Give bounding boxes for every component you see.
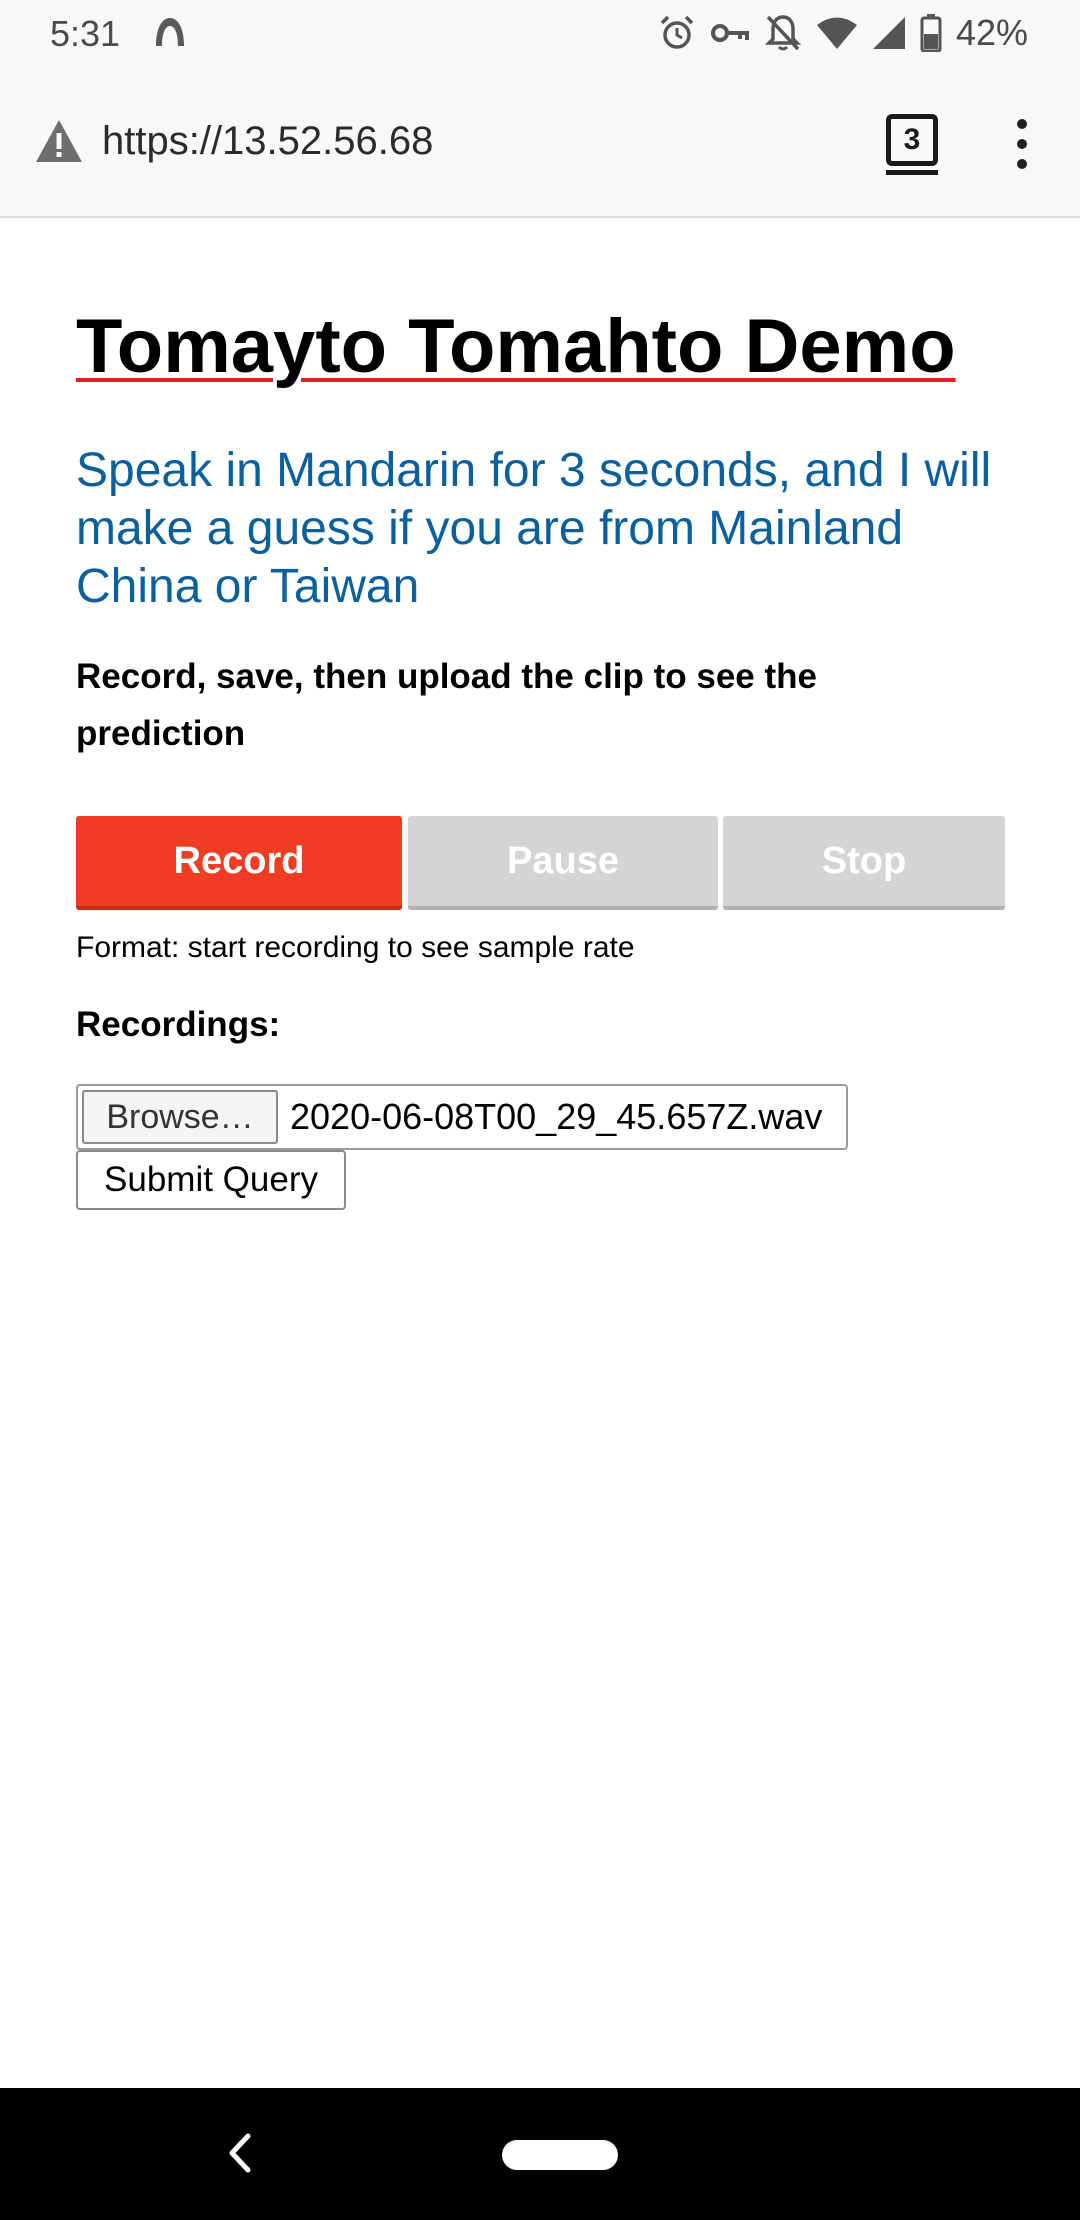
page-title: Tomayto Tomahto Demo [76,304,956,389]
home-pill-icon[interactable] [502,2140,618,2170]
submit-query-button[interactable]: Submit Query [76,1150,346,1210]
record-button[interactable]: Record [76,816,402,910]
app-notification-icon [156,18,184,46]
status-icons: 42% [658,10,1028,56]
alarm-icon [660,15,694,49]
vpn-key-icon [710,24,749,42]
warning-icon[interactable] [34,118,84,164]
instructions-text: Record, save, then upload the clip to se… [76,657,817,753]
more-vert-icon[interactable] [1000,116,1044,172]
file-input[interactable]: Browse… 2020-06-08T00_29_45.657Z.wav [76,1084,848,1150]
status-bar: 5:31 42% [0,0,1080,66]
recordings-label: Recordings: [76,1005,281,1044]
selected-file-name: 2020-06-08T00_29_45.657Z.wav [290,1096,823,1137]
tab-switcher-button[interactable]: 3 [886,114,938,166]
format-text: Format: start recording to see sample ra… [76,931,635,964]
battery-percentage: 42% [955,12,1028,53]
browse-button[interactable]: Browse… [82,1090,278,1144]
browser-toolbar: https://13.52.56.68 3 [0,66,1080,218]
back-icon[interactable] [224,2130,254,2176]
url-bar[interactable]: https://13.52.56.68 [102,118,433,164]
status-time: 5:31 [50,13,121,54]
stop-button[interactable]: Stop [723,816,1005,910]
cell-signal-icon [872,17,905,49]
wifi-icon [816,17,857,49]
page-subtitle: Speak in Mandarin for 3 seconds, and I w… [76,444,992,613]
pause-button[interactable]: Pause [408,816,718,910]
notifications-off-icon [764,15,802,51]
battery-icon [920,14,942,52]
navigation-bar [0,2088,1080,2220]
tab-switcher-underline [886,170,938,175]
